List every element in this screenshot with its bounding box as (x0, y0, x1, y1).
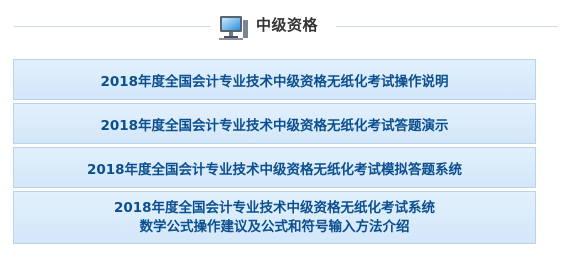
link-label-line-1: 2018年度全国会计专业技术中级资格无纸化考试系统 (113, 199, 436, 216)
link-formula-input-guide[interactable]: 2018年度全国会计专业技术中级资格无纸化考试系统 数学公式操作建议及公式和符号… (13, 191, 536, 244)
link-operation-guide[interactable]: 2018年度全国会计专业技术中级资格无纸化考试操作说明 (13, 59, 536, 100)
section-title: 中级资格 (256, 16, 319, 34)
link-label-line-2: 数学公式操作建议及公式和符号输入方法介绍 (139, 218, 410, 235)
link-answer-demo[interactable]: 2018年度全国会计专业技术中级资格无纸化考试答题演示 (13, 103, 536, 144)
link-label: 2018年度全国会计专业技术中级资格无纸化考试模拟答题系统 (86, 161, 463, 178)
link-list: 2018年度全国会计专业技术中级资格无纸化考试操作说明 2018年度全国会计专业… (13, 59, 536, 247)
computer-monitor-icon (216, 10, 250, 44)
link-label: 2018年度全国会计专业技术中级资格无纸化考试答题演示 (100, 117, 449, 134)
link-mock-system[interactable]: 2018年度全国会计专业技术中级资格无纸化考试模拟答题系统 (13, 147, 536, 188)
header-divider-right (336, 26, 558, 27)
header-divider-left (14, 26, 211, 27)
section-header: 中级资格 (0, 0, 568, 52)
link-label: 2018年度全国会计专业技术中级资格无纸化考试操作说明 (100, 73, 449, 90)
